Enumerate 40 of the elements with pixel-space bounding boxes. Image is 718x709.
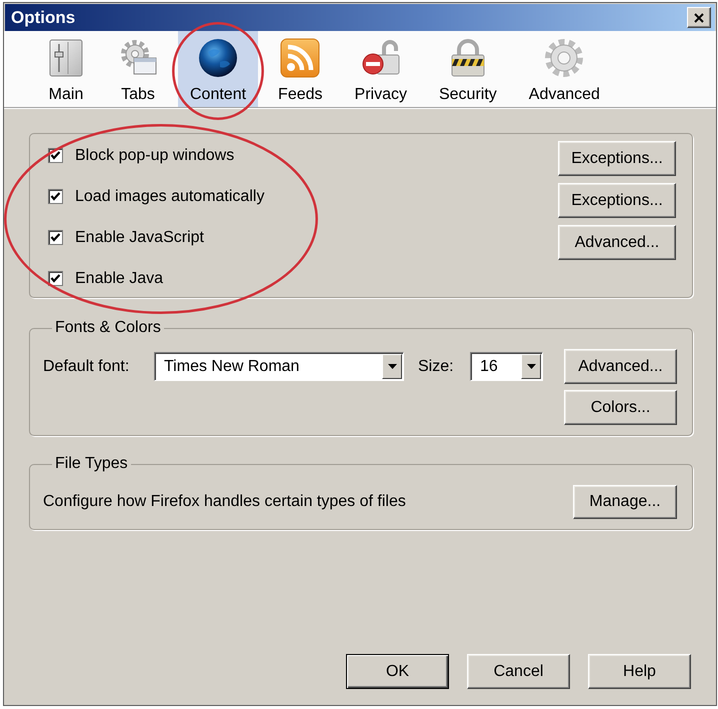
checkbox-label[interactable]: Load images automatically bbox=[75, 188, 264, 206]
dialog-button[interactable]: Exceptions... bbox=[558, 141, 676, 176]
tab[interactable]: Tabs bbox=[106, 31, 170, 107]
field-label: Default font: bbox=[43, 358, 130, 376]
dialog-button[interactable]: Advanced... bbox=[564, 349, 677, 384]
dropdown-button[interactable] bbox=[521, 354, 541, 379]
caret-icon bbox=[526, 364, 536, 369]
dialog-button[interactable]: OK bbox=[346, 654, 449, 689]
dialog-button[interactable]: Colors... bbox=[564, 390, 677, 425]
globe-icon bbox=[198, 38, 238, 78]
font-dropdown[interactable]: Times New Roman bbox=[154, 352, 404, 381]
tab[interactable]: Advanced bbox=[516, 31, 612, 107]
tab[interactable]: Privacy bbox=[342, 31, 419, 107]
dialog-button[interactable]: Exceptions... bbox=[558, 183, 676, 218]
gear-icon bbox=[544, 38, 584, 78]
tab[interactable]: Feeds bbox=[266, 31, 335, 107]
close-button[interactable] bbox=[687, 7, 711, 28]
dialog-button[interactable]: Advanced... bbox=[558, 225, 676, 260]
checkbox[interactable] bbox=[48, 271, 63, 286]
size-dropdown[interactable]: 16 bbox=[470, 352, 543, 381]
tab[interactable]: Main bbox=[34, 31, 98, 107]
checkbox[interactable] bbox=[48, 189, 63, 204]
tab[interactable]: Security bbox=[426, 31, 509, 107]
window-title: Options bbox=[11, 8, 76, 28]
dialog-button[interactable]: Manage... bbox=[573, 485, 677, 519]
rss-icon bbox=[280, 38, 320, 78]
checkbox-label[interactable]: Enable JavaScript bbox=[75, 228, 204, 246]
checkbox[interactable] bbox=[48, 230, 63, 245]
group-title: File Types bbox=[54, 455, 129, 473]
caret-icon bbox=[388, 364, 396, 369]
group-title: Fonts & Colors bbox=[54, 319, 162, 337]
dialog-button[interactable]: Help bbox=[588, 654, 691, 689]
dropdown-button[interactable] bbox=[382, 354, 402, 379]
tab[interactable]: Content bbox=[178, 31, 258, 107]
field-label: Size: bbox=[418, 358, 455, 376]
description-text: Configure how Firefox handles certain types of files bbox=[43, 493, 406, 511]
close-icon bbox=[694, 12, 704, 22]
checkbox-label[interactable]: Enable Java bbox=[75, 270, 164, 288]
checkbox-label[interactable]: Block pop-up windows bbox=[75, 146, 234, 164]
dialog-button[interactable]: Cancel bbox=[467, 654, 570, 689]
